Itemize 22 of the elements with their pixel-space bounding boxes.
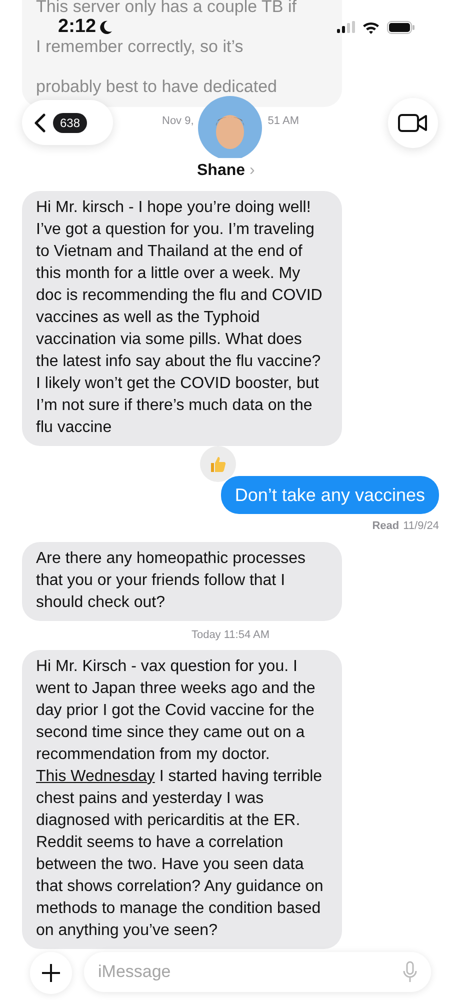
add-button[interactable]: [30, 952, 72, 994]
message-bubble: Hi Mr. Kirsch - vax question for you. I went to Japan three weeks ago and the day prior I got the Covid vaccine for the second time since they came out on a recommendation from my doctor. This Wednesday I started having terrible chest pains and yesterday I was diagnosed with pericarditis at the ER. Reddit seems to have a correlation between the two. Have you seen data that shows correlation? Any guidance on methods to manage the condition based on anything you’ve seen?: [22, 650, 342, 949]
timestamp: Today 11:54 AM: [191, 629, 270, 641]
back-button[interactable]: 638: [22, 100, 113, 145]
plus-icon: [41, 963, 61, 983]
signal-icon: [337, 21, 355, 33]
battery-icon: [387, 20, 415, 34]
read-label: Read: [372, 520, 400, 532]
date-link[interactable]: This Wednesday: [36, 768, 155, 785]
read-date: 11/9/24: [403, 520, 439, 532]
unread-count: 638: [53, 112, 88, 132]
video-camera-icon: [398, 113, 428, 133]
timestamp: Nov 9,: [162, 115, 194, 127]
message-bubble: Hi Mr. kirsch - I hope you’re doing well! I’ve got a question for you. I’m traveling to Vietnam and Thailand at the end of this month for a little over a week. My doc is recommending the flu and COVID vaccines as well as the Typhoid vaccination via some pills. What does the latest info say about the flu vaccine? I likely won’t get the COVID booster, but I’m not sure if there’s much data on the flu vaccine: [22, 191, 342, 446]
video-call-button[interactable]: [388, 98, 438, 148]
wifi-icon: [362, 20, 380, 34]
message-bubble: Don’t take any vaccines: [220, 476, 439, 514]
message-field[interactable]: iMessage: [84, 952, 431, 992]
status-time: 2:12: [58, 17, 96, 37]
timestamp: 51 AM: [268, 115, 299, 127]
back-icon: [34, 112, 46, 132]
message-bubble: Are there any homeopathic processes that you or your friends follow that I should check out?: [22, 542, 342, 621]
